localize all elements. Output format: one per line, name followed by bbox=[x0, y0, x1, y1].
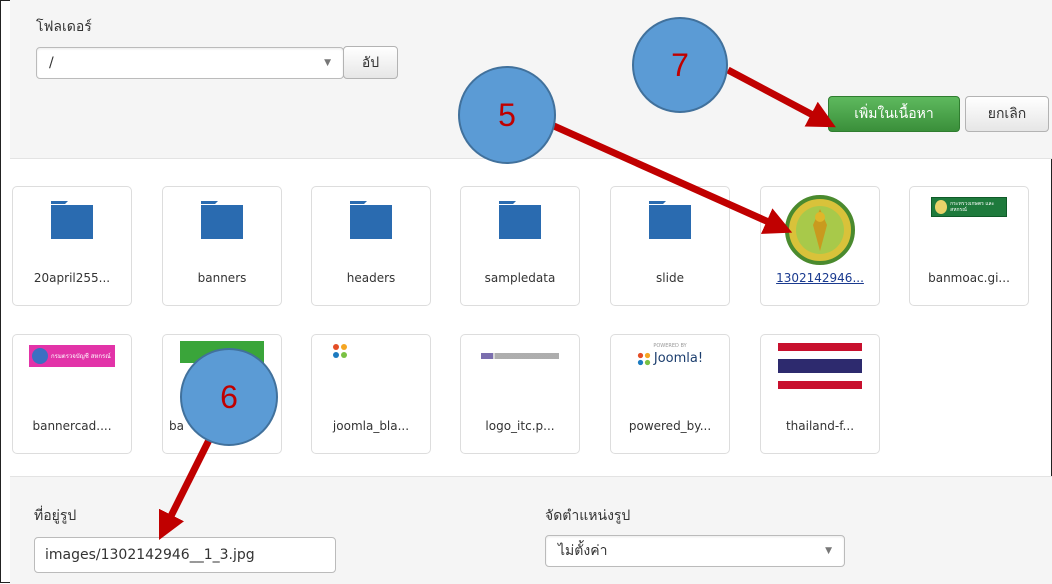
callout-7: 7 bbox=[632, 17, 728, 113]
callout-6: 6 bbox=[180, 348, 278, 446]
callout-5: 5 bbox=[458, 66, 556, 164]
arrow-6 bbox=[158, 432, 216, 541]
arrow-5 bbox=[543, 118, 793, 234]
arrow-7 bbox=[726, 66, 836, 128]
